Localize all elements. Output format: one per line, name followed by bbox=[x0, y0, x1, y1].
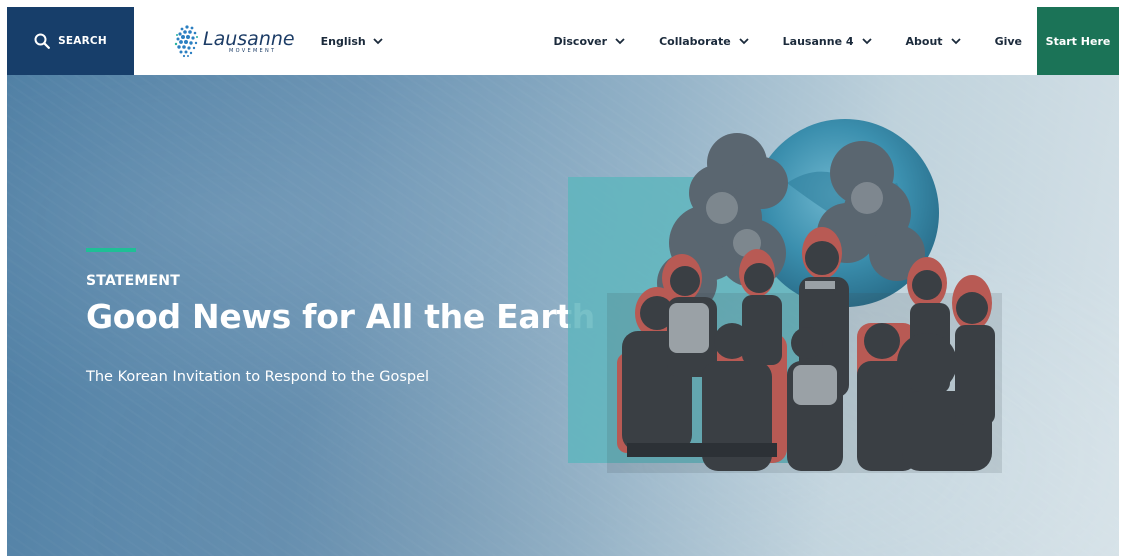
menu-item-collaborate[interactable]: Collaborate bbox=[659, 35, 749, 48]
chevron-down-icon bbox=[861, 37, 872, 44]
language-selector[interactable]: English bbox=[321, 7, 383, 75]
collage-illustration bbox=[568, 119, 1002, 473]
hero-subtitle: The Korean Invitation to Respond to the … bbox=[86, 369, 430, 385]
menu-item-lausanne-4[interactable]: Lausanne 4 bbox=[783, 35, 872, 48]
menu-item-label: Discover bbox=[553, 34, 608, 48]
people-group bbox=[607, 227, 1002, 473]
hero-eyebrow: STATEMENT bbox=[86, 273, 180, 289]
hero-collage-image bbox=[567, 113, 1007, 503]
chevron-down-icon bbox=[739, 37, 749, 44]
chevron-down-icon bbox=[373, 37, 383, 44]
search-button[interactable]: SEARCH bbox=[7, 7, 134, 75]
search-label: SEARCH bbox=[58, 35, 107, 47]
chevron-down-icon bbox=[950, 37, 961, 44]
menu-item-label: About bbox=[905, 34, 943, 48]
hero-banner: STATEMENT Good News for All the Earth Th… bbox=[7, 75, 1119, 556]
menu-item-label: Give bbox=[994, 34, 1022, 48]
page: SEARCH Lausanne MOVEMENT English Discove… bbox=[7, 7, 1119, 556]
main-menu: Discover Collaborate Lausanne 4 About Gi… bbox=[553, 7, 1037, 75]
search-icon bbox=[34, 33, 51, 49]
start-here-button[interactable]: Start Here bbox=[1037, 7, 1119, 75]
lausanne-logo[interactable]: Lausanne MOVEMENT bbox=[171, 7, 295, 75]
menu-item-label: Lausanne 4 bbox=[782, 34, 854, 48]
top-navigation: SEARCH Lausanne MOVEMENT English Discove… bbox=[7, 7, 1119, 75]
menu-item-give[interactable]: Give bbox=[995, 35, 1022, 48]
menu-item-discover[interactable]: Discover bbox=[553, 35, 625, 48]
accent-line bbox=[86, 248, 136, 252]
menu-item-about[interactable]: About bbox=[906, 35, 961, 48]
hero-title: Good News for All the Earth bbox=[86, 297, 595, 336]
logo-wordmark: Lausanne bbox=[203, 27, 295, 50]
chevron-down-icon bbox=[615, 37, 625, 44]
start-here-label: Start Here bbox=[1045, 34, 1111, 48]
language-label: English bbox=[320, 34, 366, 48]
globe-dots-logo-icon bbox=[174, 25, 198, 58]
menu-item-label: Collaborate bbox=[659, 34, 731, 48]
logo-tagline: MOVEMENT bbox=[229, 47, 277, 54]
